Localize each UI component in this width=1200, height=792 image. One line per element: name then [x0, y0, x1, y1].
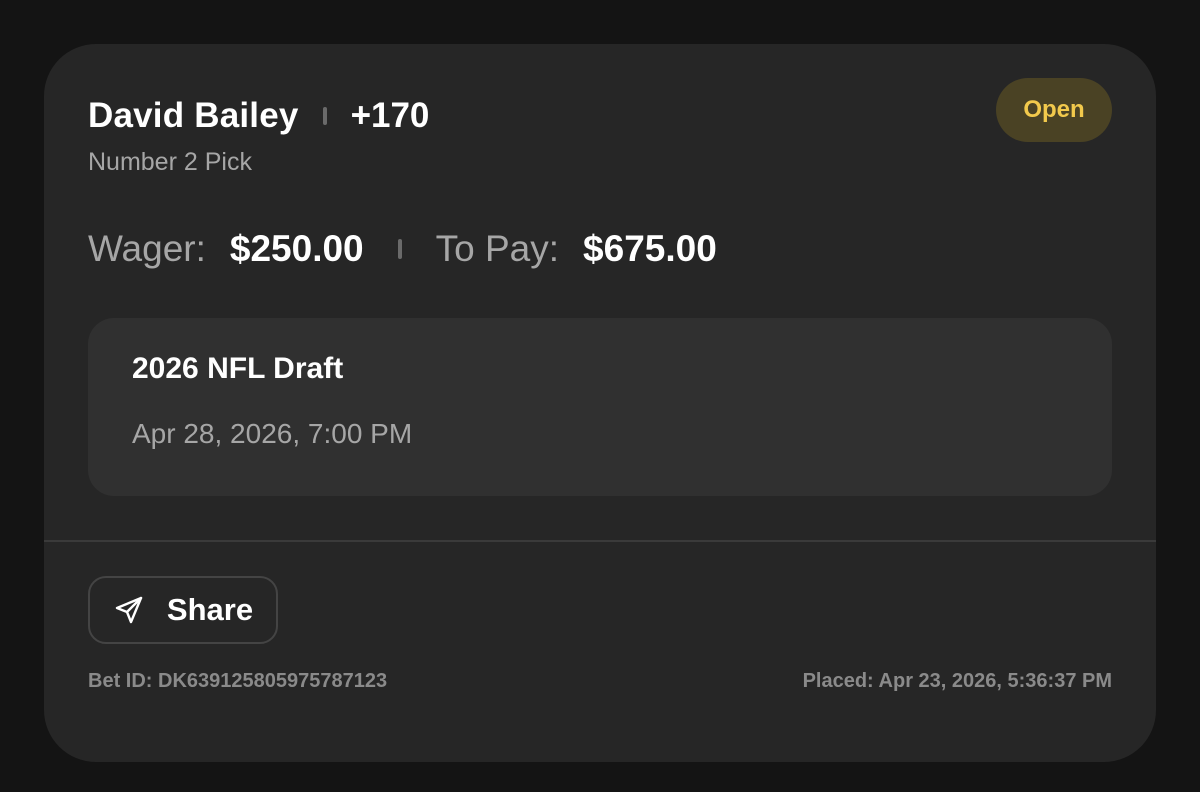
bet-header: David Bailey +170 [88, 96, 429, 136]
event-name: 2026 NFL Draft [132, 352, 344, 385]
event-info[interactable]: 2026 NFL Draft Apr 28, 2026, 7:00 PM [88, 318, 1112, 496]
separator [322, 107, 327, 125]
event-datetime: Apr 28, 2026, 7:00 PM [132, 418, 413, 449]
wager-value: $250.00 [229, 228, 364, 269]
share-button[interactable]: Share [88, 576, 278, 644]
placed-timestamp: Placed: Apr 23, 2026, 5:36:37 PM [802, 670, 1112, 692]
wager-label: Wager: [88, 228, 206, 269]
market-name: Number 2 Pick [88, 148, 252, 176]
divider [44, 540, 1156, 542]
odds-value: +170 [350, 96, 430, 135]
send-icon [113, 594, 145, 626]
bet-id: Bet ID: DK639125805975787123 [88, 670, 388, 692]
status-badge: Open [996, 78, 1112, 142]
amounts-row: Wager: $250.00 To Pay: $675.00 [88, 228, 717, 270]
to-pay-value: $675.00 [583, 228, 717, 269]
to-pay-label: To Pay: [435, 228, 560, 269]
separator [397, 239, 402, 259]
share-label: Share [166, 592, 254, 627]
bet-card: David Bailey +170 Number 2 Pick Open Wag… [44, 44, 1156, 762]
selection-name: David Bailey [88, 96, 299, 135]
